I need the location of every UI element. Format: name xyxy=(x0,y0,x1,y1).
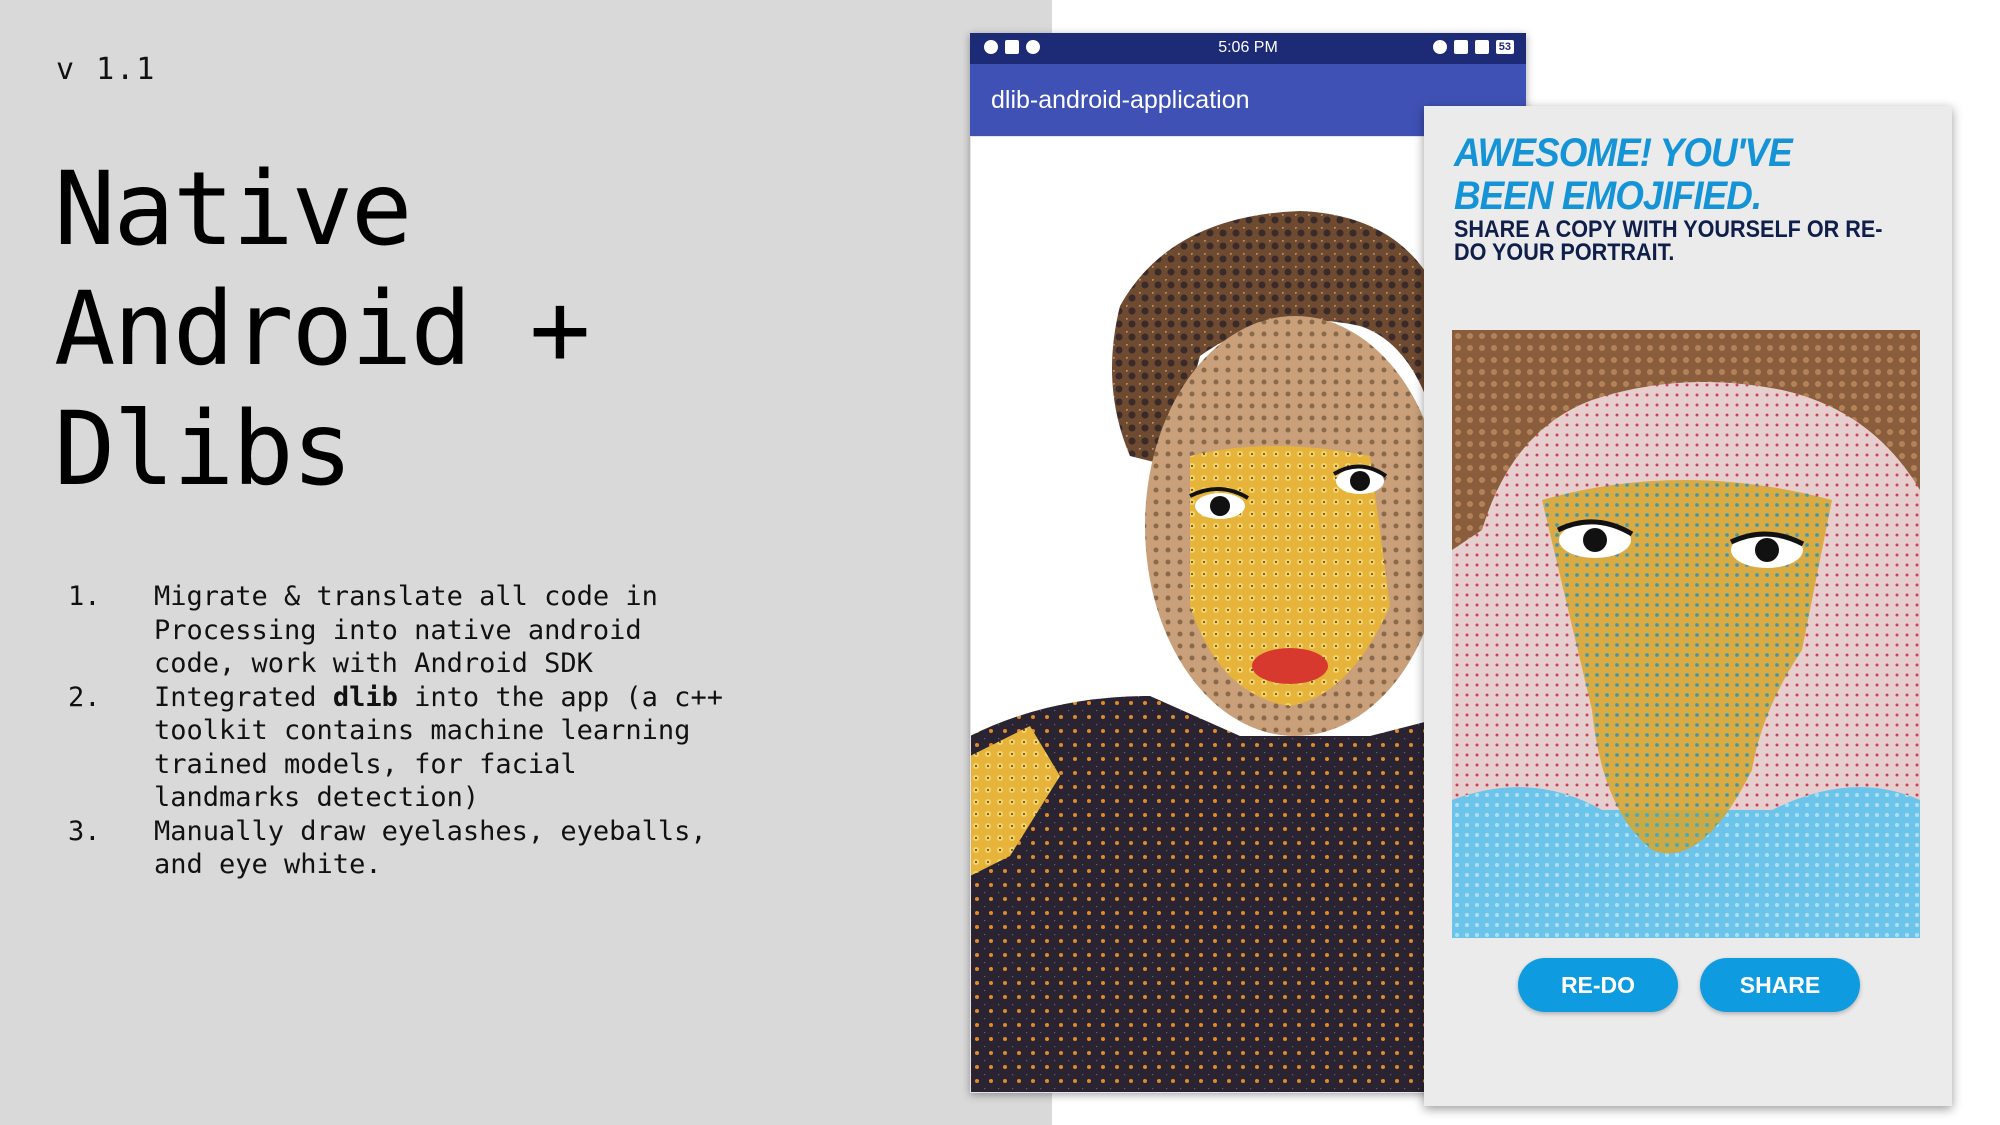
phone-screenshot-result: AWESOME! YOU'VE BEEN EMOJIFIED. SHARE A … xyxy=(1424,106,1952,1106)
slide-title: Native Android + Dlibs xyxy=(54,150,754,510)
steps-list: 1. Migrate & translate all code in Proce… xyxy=(68,580,728,882)
signal-icon xyxy=(1474,40,1489,54)
step-text-bold: dlib xyxy=(332,681,398,713)
result-subline: SHARE A COPY WITH YOURSELF OR RE-DO YOUR… xyxy=(1454,216,1883,266)
result-headline: AWESOME! YOU'VE BEEN EMOJIFIED. xyxy=(1454,131,1793,218)
step-item: 2. Integrated dlib into the app (a c++ t… xyxy=(68,681,728,815)
step-text: Manually draw eyelashes, eyeballs, and e… xyxy=(154,815,707,881)
step-number: 2. xyxy=(68,681,101,713)
step-number: 1. xyxy=(68,581,101,612)
redo-button[interactable]: RE-DO xyxy=(1518,958,1678,1012)
step-text-before: Integrated xyxy=(154,681,333,713)
battery-icon: 53 xyxy=(1495,40,1514,54)
title-line-2: Android + xyxy=(54,270,591,389)
alarm-icon xyxy=(1432,40,1447,54)
share-button[interactable]: SHARE xyxy=(1700,958,1860,1012)
status-right-icons: 53 xyxy=(1432,40,1514,54)
step-item: 3. Manually draw eyelashes, eyeballs, an… xyxy=(68,815,728,882)
title-line-3: Dlibs xyxy=(54,390,353,509)
vibrate-icon xyxy=(1453,40,1468,54)
version-label: v 1.1 xyxy=(56,52,157,87)
step-number: 3. xyxy=(68,815,101,847)
title-line-1: Native xyxy=(54,150,412,269)
step-text: Integrated dlib into the app (a c++ tool… xyxy=(154,681,728,815)
step-text: Migrate & translate all code in Processi… xyxy=(154,581,658,679)
step-item: 1. Migrate & translate all code in Proce… xyxy=(68,580,728,681)
emojified-portrait-image xyxy=(1452,330,1920,938)
status-bar: 5:06 PM 53 xyxy=(970,33,1526,64)
